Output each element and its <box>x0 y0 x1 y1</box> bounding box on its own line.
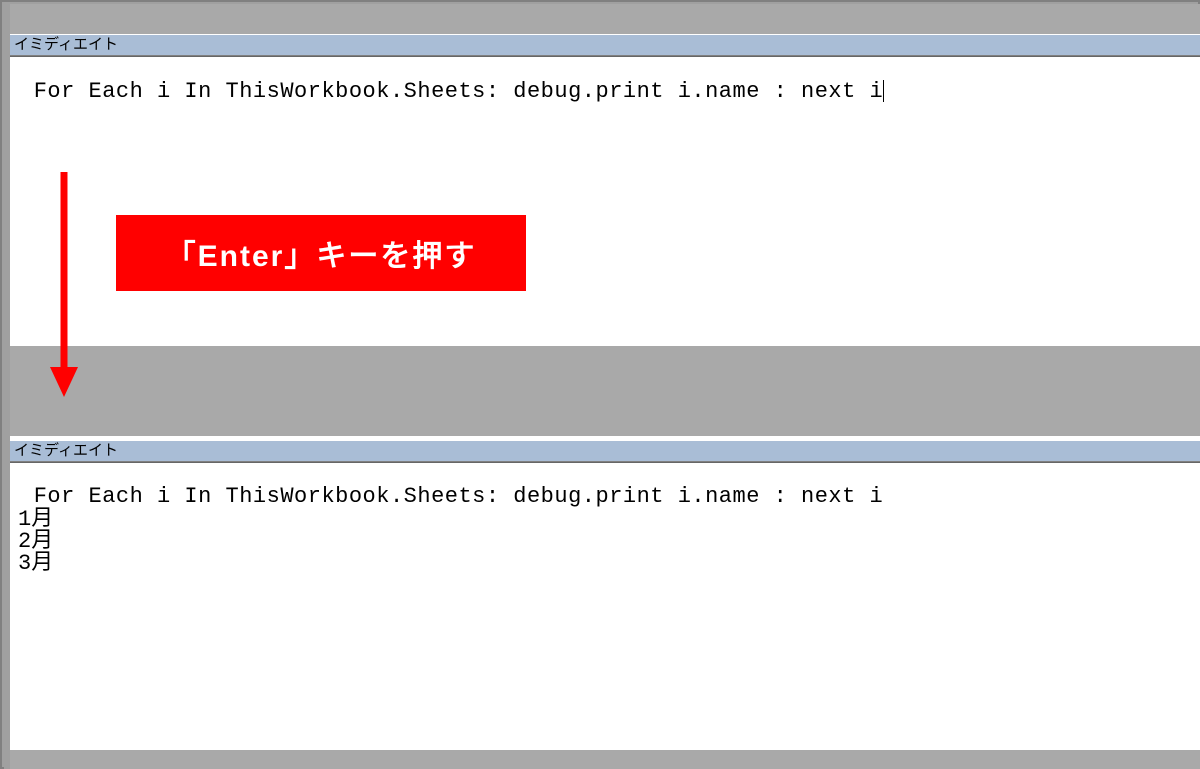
immediate-window-code-area-1[interactable]: For Each i In ThisWorkbook.Sheets: debug… <box>10 56 1200 346</box>
immediate-window-code-area-2[interactable]: For Each i In ThisWorkbook.Sheets: debug… <box>10 462 1200 762</box>
window-frame: イミディエイト For Each i In ThisWorkbook.Sheet… <box>0 0 1200 769</box>
annotation-callout: 「Enter」キーを押す <box>116 215 526 291</box>
output-line: 2月 <box>18 531 53 553</box>
immediate-window-title-2: イミディエイト <box>10 440 1200 462</box>
output-line: 1月 <box>18 509 53 531</box>
gray-bar-middle <box>10 346 1200 436</box>
output-lines: 1月 2月 3月 <box>18 509 53 575</box>
code-input-line-2[interactable]: For Each i In ThisWorkbook.Sheets: debug… <box>20 485 883 509</box>
immediate-window-title-1: イミディエイト <box>10 34 1200 56</box>
text-cursor-icon <box>883 80 884 102</box>
gray-bar-top <box>10 4 1200 34</box>
gray-bar-bottom <box>10 750 1200 769</box>
output-line: 3月 <box>18 553 53 575</box>
code-input-line-1[interactable]: For Each i In ThisWorkbook.Sheets: debug… <box>20 79 884 104</box>
